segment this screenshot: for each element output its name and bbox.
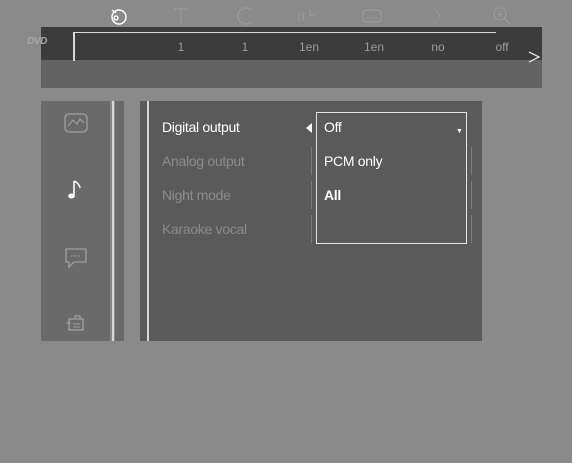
osd-toolbar <box>41 27 542 88</box>
dropdown-selected-value[interactable]: Off <box>324 119 342 135</box>
osd-value-subtitle: 1en <box>363 40 385 54</box>
audio-setup-icon[interactable] <box>59 173 93 207</box>
osd-separator <box>73 32 75 61</box>
panel-divider <box>147 101 149 341</box>
chevron-right-icon <box>528 51 541 63</box>
osd-value-title: 1 <box>177 40 185 54</box>
osd-cursor-line <box>74 32 496 33</box>
sidebar-strip <box>115 101 124 341</box>
repeat-icon[interactable] <box>423 6 451 28</box>
video-setup-icon[interactable] <box>59 106 93 140</box>
audio-icon[interactable] <box>293 6 321 28</box>
dropdown-option-pcm-only[interactable]: PCM only <box>324 153 383 169</box>
title-icon[interactable] <box>167 6 195 28</box>
osd-value-zoom: off <box>495 40 509 54</box>
option-digital-output[interactable]: Digital output <box>162 119 240 135</box>
dvd-logo: DVD <box>27 36 47 47</box>
option-night-mode[interactable]: Night mode <box>162 187 231 203</box>
digital-output-dropdown[interactable]: Off ▼ PCM only All <box>316 112 467 244</box>
osd-value-audio: 1en <box>298 40 320 54</box>
osd-value-row <box>41 60 542 88</box>
dvd-osd-screen: DVD 1 1 1en 1en no off Digital output An… <box>0 0 572 463</box>
chapter-icon[interactable] <box>231 6 259 28</box>
ghost-box-right <box>467 147 472 175</box>
ghost-box-right <box>467 181 472 209</box>
osd-value-chapter: 1 <box>241 40 249 54</box>
subtitle-icon[interactable] <box>358 6 386 28</box>
option-karaoke-vocal[interactable]: Karaoke vocal <box>162 221 247 237</box>
option-analog-output[interactable]: Analog output <box>162 153 245 169</box>
zoom-icon[interactable] <box>488 6 516 28</box>
ghost-box-right <box>467 215 472 243</box>
arrow-left-icon <box>306 123 312 133</box>
sidebar-divider <box>112 101 114 341</box>
features-setup-icon[interactable] <box>59 307 93 341</box>
angle-icon[interactable] <box>104 6 132 28</box>
osd-value-repeat: no <box>431 40 445 54</box>
language-setup-icon[interactable] <box>59 241 93 275</box>
dropdown-option-all[interactable]: All <box>324 187 341 203</box>
caret-down-icon: ▼ <box>456 128 463 135</box>
